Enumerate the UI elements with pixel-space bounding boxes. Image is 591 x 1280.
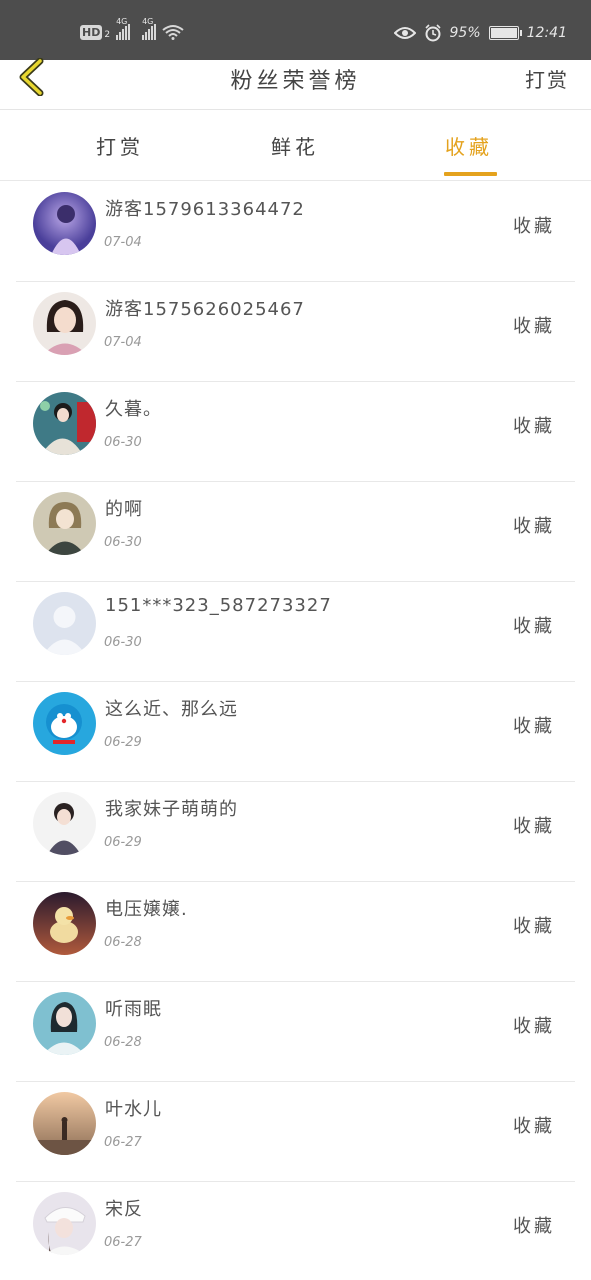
fan-date: 07-04: [104, 335, 142, 350]
list-item[interactable]: 电压嬢嬢. 06-28 收藏: [0, 882, 591, 982]
fan-action-label: 收藏: [513, 316, 555, 337]
clock: 12:41: [526, 25, 567, 41]
fan-action-label: 收藏: [513, 216, 555, 237]
active-tab-indicator: [444, 172, 497, 176]
battery-percent: 95%: [449, 25, 481, 41]
list-item[interactable]: 151***323_587273327 06-30 收藏: [0, 582, 591, 682]
list-item[interactable]: 宋反 06-27 收藏: [0, 1182, 591, 1280]
default-avatar-icon: [33, 592, 96, 655]
avatar[interactable]: [33, 1092, 96, 1155]
avatar[interactable]: [33, 892, 96, 955]
cell-signal-icon-2: 4G: [142, 17, 157, 40]
list-item[interactable]: 我家妹子萌萌的 06-29 收藏: [0, 782, 591, 882]
fan-list: 游客1579613364472 07-04 收藏 游客1575626025467…: [0, 182, 591, 1280]
battery-fill: [490, 28, 517, 38]
tab-bar: 打赏 鲜花 收藏: [0, 111, 591, 181]
avatar[interactable]: [33, 592, 96, 655]
fan-name: 游客1575626025467: [105, 299, 305, 320]
fan-date: 06-28: [104, 935, 142, 950]
eye-icon: [393, 27, 416, 39]
tab-reward[interactable]: 打赏: [96, 131, 144, 160]
list-item[interactable]: 久暮。 06-30 收藏: [0, 382, 591, 482]
status-bar: HD 2 4G 4G 95% 12:41: [0, 0, 591, 60]
avatar[interactable]: [33, 292, 96, 355]
fan-date: 07-04: [104, 235, 142, 250]
fan-name: 这么近、那么远: [105, 699, 238, 720]
fan-action-label: 收藏: [513, 916, 555, 937]
avatar[interactable]: [33, 992, 96, 1055]
fan-action-label: 收藏: [513, 1116, 555, 1137]
fan-date: 06-30: [104, 535, 142, 550]
avatar[interactable]: [33, 192, 96, 255]
fan-date: 06-27: [104, 1235, 142, 1250]
fan-action-label: 收藏: [513, 716, 555, 737]
avatar[interactable]: [33, 492, 96, 555]
tab-favorites[interactable]: 收藏: [445, 131, 493, 160]
hd-badge: HD: [80, 24, 103, 40]
network-type-label: 4G: [116, 17, 128, 26]
fan-name: 151***323_587273327: [105, 595, 332, 616]
network-type-label-2: 4G: [142, 17, 154, 26]
fan-name: 电压嬢嬢.: [105, 899, 188, 920]
fan-action-label: 收藏: [513, 516, 555, 537]
fan-action-label: 收藏: [513, 1016, 555, 1037]
fan-name: 久暮。: [105, 399, 162, 420]
fan-name: 的啊: [105, 499, 143, 520]
list-item[interactable]: 游客1575626025467 07-04 收藏: [0, 282, 591, 382]
fan-date: 06-29: [104, 735, 142, 750]
fan-name: 叶水儿: [105, 1099, 162, 1120]
list-item[interactable]: 听雨眠 06-28 收藏: [0, 982, 591, 1082]
list-item[interactable]: 这么近、那么远 06-29 收藏: [0, 682, 591, 782]
list-item[interactable]: 游客1579613364472 07-04 收藏: [0, 182, 591, 282]
battery-icon: [488, 26, 522, 40]
fan-action-label: 收藏: [513, 816, 555, 837]
page-title: 粉丝荣誉榜: [230, 69, 361, 94]
wifi-icon: [162, 25, 184, 40]
fan-date: 06-29: [104, 835, 142, 850]
fan-name: 宋反: [105, 1199, 143, 1220]
status-left: HD 2 4G 4G: [80, 17, 184, 40]
fan-name: 游客1579613364472: [105, 199, 305, 220]
avatar[interactable]: [33, 692, 96, 755]
alarm-icon: [424, 24, 441, 42]
fan-action-label: 收藏: [513, 616, 555, 637]
avatar[interactable]: [33, 392, 96, 455]
fan-date: 06-30: [104, 635, 142, 650]
reward-button[interactable]: 打赏: [525, 64, 569, 93]
tab-flowers[interactable]: 鲜花: [271, 131, 319, 160]
nav-header: 粉丝荣誉榜 打赏: [0, 58, 591, 110]
list-item[interactable]: 叶水儿 06-27 收藏: [0, 1082, 591, 1182]
fan-action-label: 收藏: [513, 1216, 555, 1237]
fan-date: 06-28: [104, 1035, 142, 1050]
fan-date: 06-30: [104, 435, 142, 450]
fan-name: 我家妹子萌萌的: [105, 799, 238, 820]
status-right: 95% 12:41: [393, 24, 567, 42]
cell-signal-icon: 4G: [116, 17, 131, 40]
fan-name: 听雨眠: [105, 999, 162, 1020]
avatar[interactable]: [33, 1192, 96, 1255]
sim-number: 2: [104, 30, 111, 40]
fan-action-label: 收藏: [513, 416, 555, 437]
avatar[interactable]: [33, 792, 96, 855]
fan-date: 06-27: [104, 1135, 142, 1150]
list-item[interactable]: 的啊 06-30 收藏: [0, 482, 591, 582]
